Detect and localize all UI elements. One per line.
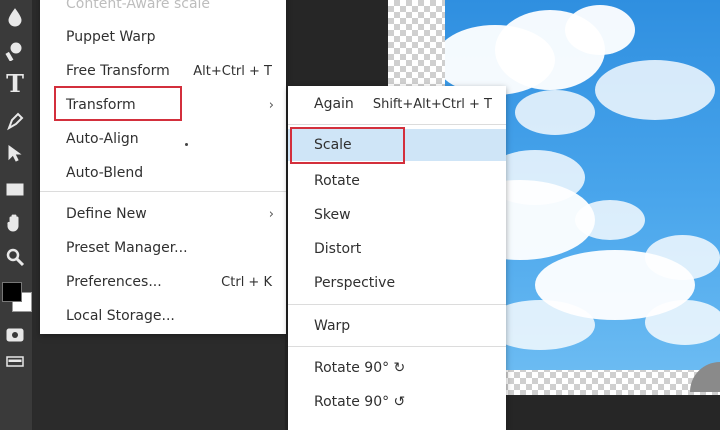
screen-mode-icon[interactable]: [2, 348, 28, 374]
path-select-icon[interactable]: [2, 140, 28, 166]
submenu-item-rotate-90-ccw[interactable]: Rotate 90° ↺: [288, 386, 506, 418]
tools-panel: T: [0, 0, 33, 430]
annotation-box-scale: [290, 127, 405, 164]
menu-item-free-transform[interactable]: Free Transform Alt+Ctrl + T: [40, 55, 286, 87]
menu-item-auto-blend[interactable]: Auto-Blend: [40, 157, 286, 189]
menu-item-auto-align[interactable]: Auto-Align: [40, 123, 286, 155]
pen-icon[interactable]: [2, 108, 28, 134]
menu-separator: [288, 304, 506, 305]
menu-separator: [288, 346, 506, 347]
submenu-item-distort[interactable]: Distort: [288, 233, 506, 265]
shortcut-label: Alt+Ctrl + T: [193, 63, 272, 79]
annotation-box-transform: [54, 86, 182, 121]
menu-item-local-storage[interactable]: Local Storage...: [40, 300, 286, 332]
submenu-item-perspective[interactable]: Perspective: [288, 267, 506, 299]
drop-icon[interactable]: [2, 4, 28, 30]
chevron-right-icon: ›: [268, 206, 274, 222]
edit-menu: Content-Aware scale Puppet Warp Free Tra…: [40, 0, 286, 334]
menu-item-preset-manager[interactable]: Preset Manager...: [40, 232, 286, 264]
menu-item-preferences[interactable]: Preferences... Ctrl + K: [40, 266, 286, 298]
menu-separator: [288, 124, 506, 125]
submenu-item-rotate[interactable]: Rotate: [288, 165, 506, 197]
menu-item-define-new[interactable]: Define New ›: [40, 198, 286, 230]
zoom-icon[interactable]: [2, 244, 28, 270]
menu-item-content-aware-scale: Content-Aware scale: [66, 0, 211, 12]
menu-separator: [40, 191, 286, 192]
color-swatch-icon[interactable]: [2, 278, 32, 316]
submenu-item-skew[interactable]: Skew: [288, 199, 506, 231]
submenu-item-rotate-90-cw[interactable]: Rotate 90° ↻: [288, 352, 506, 384]
submenu-item-warp[interactable]: Warp: [288, 310, 506, 342]
shortcut-label: Shift+Alt+Ctrl + T: [372, 96, 492, 112]
stray-mark: [185, 143, 188, 146]
submenu-item-again[interactable]: Again Shift+Alt+Ctrl + T: [288, 88, 506, 120]
quick-selection-icon[interactable]: [2, 38, 28, 64]
menu-item-puppet-warp[interactable]: Puppet Warp: [40, 21, 286, 53]
hand-icon[interactable]: [2, 210, 28, 236]
type-icon[interactable]: T: [2, 69, 28, 98]
rectangle-icon[interactable]: [2, 176, 28, 202]
chevron-right-icon: ›: [268, 97, 274, 113]
quick-mask-icon[interactable]: [2, 322, 28, 348]
shortcut-label: Ctrl + K: [221, 274, 272, 290]
